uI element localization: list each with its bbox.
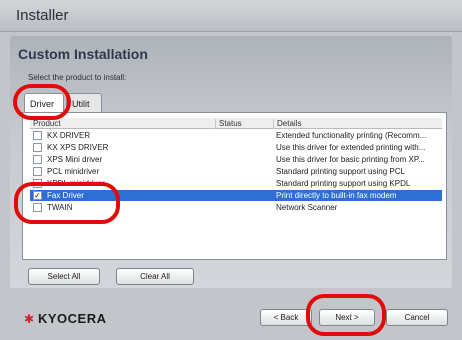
product-details: Extended functionality printing (Recomm.… [276,131,427,140]
brand-name: KYOCERA [38,311,107,326]
annotation-circle-driver-tab [13,84,71,120]
column-header-details[interactable]: Details [273,119,442,129]
product-name: PCL minidriver [47,167,100,176]
kyocera-mark-icon: ✱ [24,312,35,326]
page-title: Custom Installation [18,46,148,62]
cancel-button[interactable]: Cancel [386,309,448,326]
product-status [218,130,273,141]
list-header: Product Status Details [30,118,442,129]
product-name: XPS Mini driver [47,155,103,164]
clear-all-button[interactable]: Clear All [116,268,194,285]
list-item[interactable]: KX XPS DRIVER Use this driver for extend… [30,142,442,153]
product-details: Network Scanner [276,203,338,212]
product-status [218,142,273,153]
checkbox[interactable] [33,167,42,176]
product-details: Standard printing support using KPDL [276,179,411,188]
tab-utility[interactable]: Utilit [66,93,102,113]
product-status [218,154,273,165]
back-button[interactable]: < Back [260,309,312,326]
product-status [218,190,273,201]
column-header-status[interactable]: Status [215,119,273,129]
product-name: KX DRIVER [47,131,91,140]
product-details: Print directly to built-in fax modem [276,191,397,200]
installer-window: Installer Custom Installation Select the… [0,0,462,340]
checkbox[interactable] [33,143,42,152]
select-all-button[interactable]: Select All [28,268,100,285]
product-details: Use this driver for extended printing wi… [276,143,426,152]
title-bar: Installer [0,0,462,32]
checkbox[interactable] [33,155,42,164]
annotation-circle-fax-driver [14,182,120,224]
product-details: Standard printing support using PCL [276,167,405,176]
instruction-label: Select the product to install: [28,73,127,82]
checkbox[interactable] [33,131,42,140]
product-name: KX XPS DRIVER [47,143,109,152]
product-status [218,166,273,177]
list-item[interactable]: PCL minidriver Standard printing support… [30,166,442,177]
product-status [218,178,273,189]
window-title: Installer [16,7,69,24]
product-status [218,202,273,213]
product-details: Use this driver for basic printing from … [276,155,425,164]
list-item[interactable]: KX DRIVER Extended functionality printin… [30,130,442,141]
list-item[interactable]: XPS Mini driver Use this driver for basi… [30,154,442,165]
column-header-product[interactable]: Product [30,119,215,129]
annotation-circle-next-button [306,294,386,336]
